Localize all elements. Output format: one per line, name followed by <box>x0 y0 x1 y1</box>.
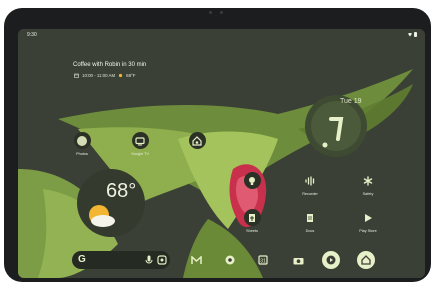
weather-temperature: 68° <box>106 180 137 202</box>
app-docs[interactable]: Docs <box>290 209 330 233</box>
docs-icon <box>302 209 319 226</box>
app-label: Photos <box>76 152 88 156</box>
sun-small-icon <box>119 73 123 78</box>
google-g-icon: G <box>78 254 86 265</box>
app-photos[interactable]: Photos <box>62 132 102 156</box>
calendar-icon[interactable]: 31 <box>254 251 272 269</box>
app-recorder[interactable]: Recorder <box>290 172 330 196</box>
app-safety[interactable]: Safety <box>348 172 388 196</box>
lens-icon[interactable] <box>157 255 167 265</box>
wifi-icon <box>408 32 412 37</box>
app-play-store[interactable]: Play Store <box>348 209 388 233</box>
gmail-icon[interactable] <box>187 251 205 269</box>
calendar-small-icon <box>74 73 79 78</box>
tv-icon <box>131 132 149 149</box>
app-sheets[interactable]: Sheets <box>232 209 272 233</box>
app-label: Recorder <box>302 192 318 196</box>
battery-icon <box>414 32 417 37</box>
app-google-home[interactable] <box>177 132 217 149</box>
chrome-icon[interactable] <box>221 251 239 269</box>
play-icon <box>360 209 377 226</box>
waveform-icon <box>302 172 319 189</box>
app-keep[interactable] <box>232 172 272 189</box>
glance-weather: 68°F <box>126 73 136 78</box>
home-icon[interactable] <box>357 251 375 269</box>
clock-date: Tue 19 <box>340 98 362 105</box>
app-google-tv[interactable]: Google TV <box>120 132 160 156</box>
app-label: Safety <box>362 192 374 196</box>
front-camera <box>209 11 212 14</box>
home-app-icon <box>188 132 206 149</box>
home-screen: 9:30 Coffee with Robin in 30 min 10:00 -… <box>18 29 425 278</box>
mic-icon[interactable] <box>145 255 153 265</box>
at-a-glance-details[interactable]: 10:00 - 11:00 AM 68°F <box>74 73 135 78</box>
search-bar[interactable]: G <box>72 251 170 269</box>
tablet-frame: 9:30 Coffee with Robin in 30 min 10:00 -… <box>4 8 431 282</box>
app-label: Docs <box>305 229 315 233</box>
app-label: Sheets <box>246 229 258 233</box>
svg-text:31: 31 <box>260 259 266 265</box>
status-time: 9:30 <box>27 32 37 38</box>
camera-icon[interactable] <box>289 251 307 269</box>
bulb-icon <box>243 172 261 189</box>
status-icons <box>408 32 417 37</box>
sensor <box>220 11 223 14</box>
asterisk-icon <box>360 172 377 189</box>
app-label: Google TV <box>130 152 150 156</box>
pinwheel-icon <box>73 132 91 149</box>
youtube-icon[interactable] <box>322 251 340 269</box>
event-time: 10:00 - 11:00 AM <box>82 73 116 78</box>
app-label: Play Store <box>359 229 377 233</box>
at-a-glance-title[interactable]: Coffee with Robin in 30 min <box>73 62 146 68</box>
sheets-icon <box>243 209 261 226</box>
